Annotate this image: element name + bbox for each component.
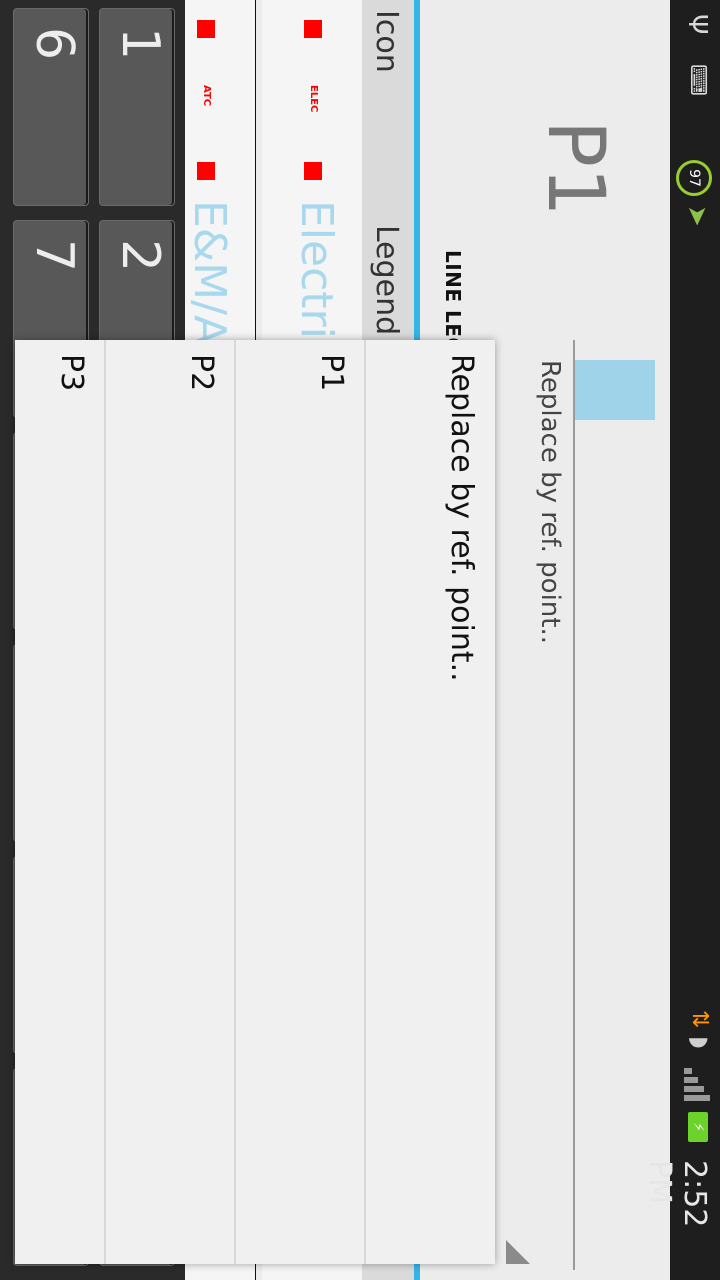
dropdown-selected-value[interactable]: Replace by ref. point.. <box>535 360 565 644</box>
column-header-icon: Icon <box>369 10 404 73</box>
line-style-icon: ELEC <box>304 20 322 180</box>
column-header-legend: Legend <box>369 225 404 336</box>
dropdown-arrow-icon[interactable] <box>506 1240 530 1264</box>
landscape-stage: Ψ ⌨ 97 ➤ ⇅ ◗ ⚡ 2:52 PM P1 Replace by ref… <box>0 0 720 1280</box>
value-field[interactable] <box>575 360 655 420</box>
field-underline <box>573 340 575 1270</box>
key-6[interactable]: 6 <box>13 8 89 206</box>
screen: Ψ ⌨ 97 ➤ ⇅ ◗ ⚡ 2:52 PM P1 Replace by ref… <box>0 0 720 1280</box>
send-icon: ➤ <box>682 205 712 227</box>
dropdown-option[interactable]: P2 <box>104 340 235 1264</box>
data-transfer-icon: ⇅ <box>687 1010 712 1029</box>
notification-count-badge: 97 <box>676 160 712 196</box>
usb-icon: Ψ <box>682 14 712 35</box>
status-bar: Ψ ⌨ 97 ➤ ⇅ ◗ ⚡ 2:52 PM <box>642 0 720 1280</box>
keyboard-icon: ⌨ <box>685 64 710 97</box>
line-style-icon: ATC <box>197 20 215 180</box>
battery-charging-icon: ⚡ <box>688 1112 708 1142</box>
dropdown-option[interactable]: Replace by ref. point.. <box>364 340 495 1264</box>
page-title: P1 <box>530 120 620 217</box>
dropdown-popup: Replace by ref. point.. P1 P2 P3 <box>15 340 495 1264</box>
wifi-icon: ◗ <box>686 1036 714 1049</box>
key-1[interactable]: 1 <box>99 8 175 206</box>
dropdown-option[interactable]: P1 <box>234 340 365 1264</box>
signal-icon <box>684 1068 712 1104</box>
clock: 2:52 PM <box>642 1160 712 1228</box>
dropdown-option[interactable]: P3 <box>15 340 105 1264</box>
legend-text: Electric <box>291 200 342 364</box>
